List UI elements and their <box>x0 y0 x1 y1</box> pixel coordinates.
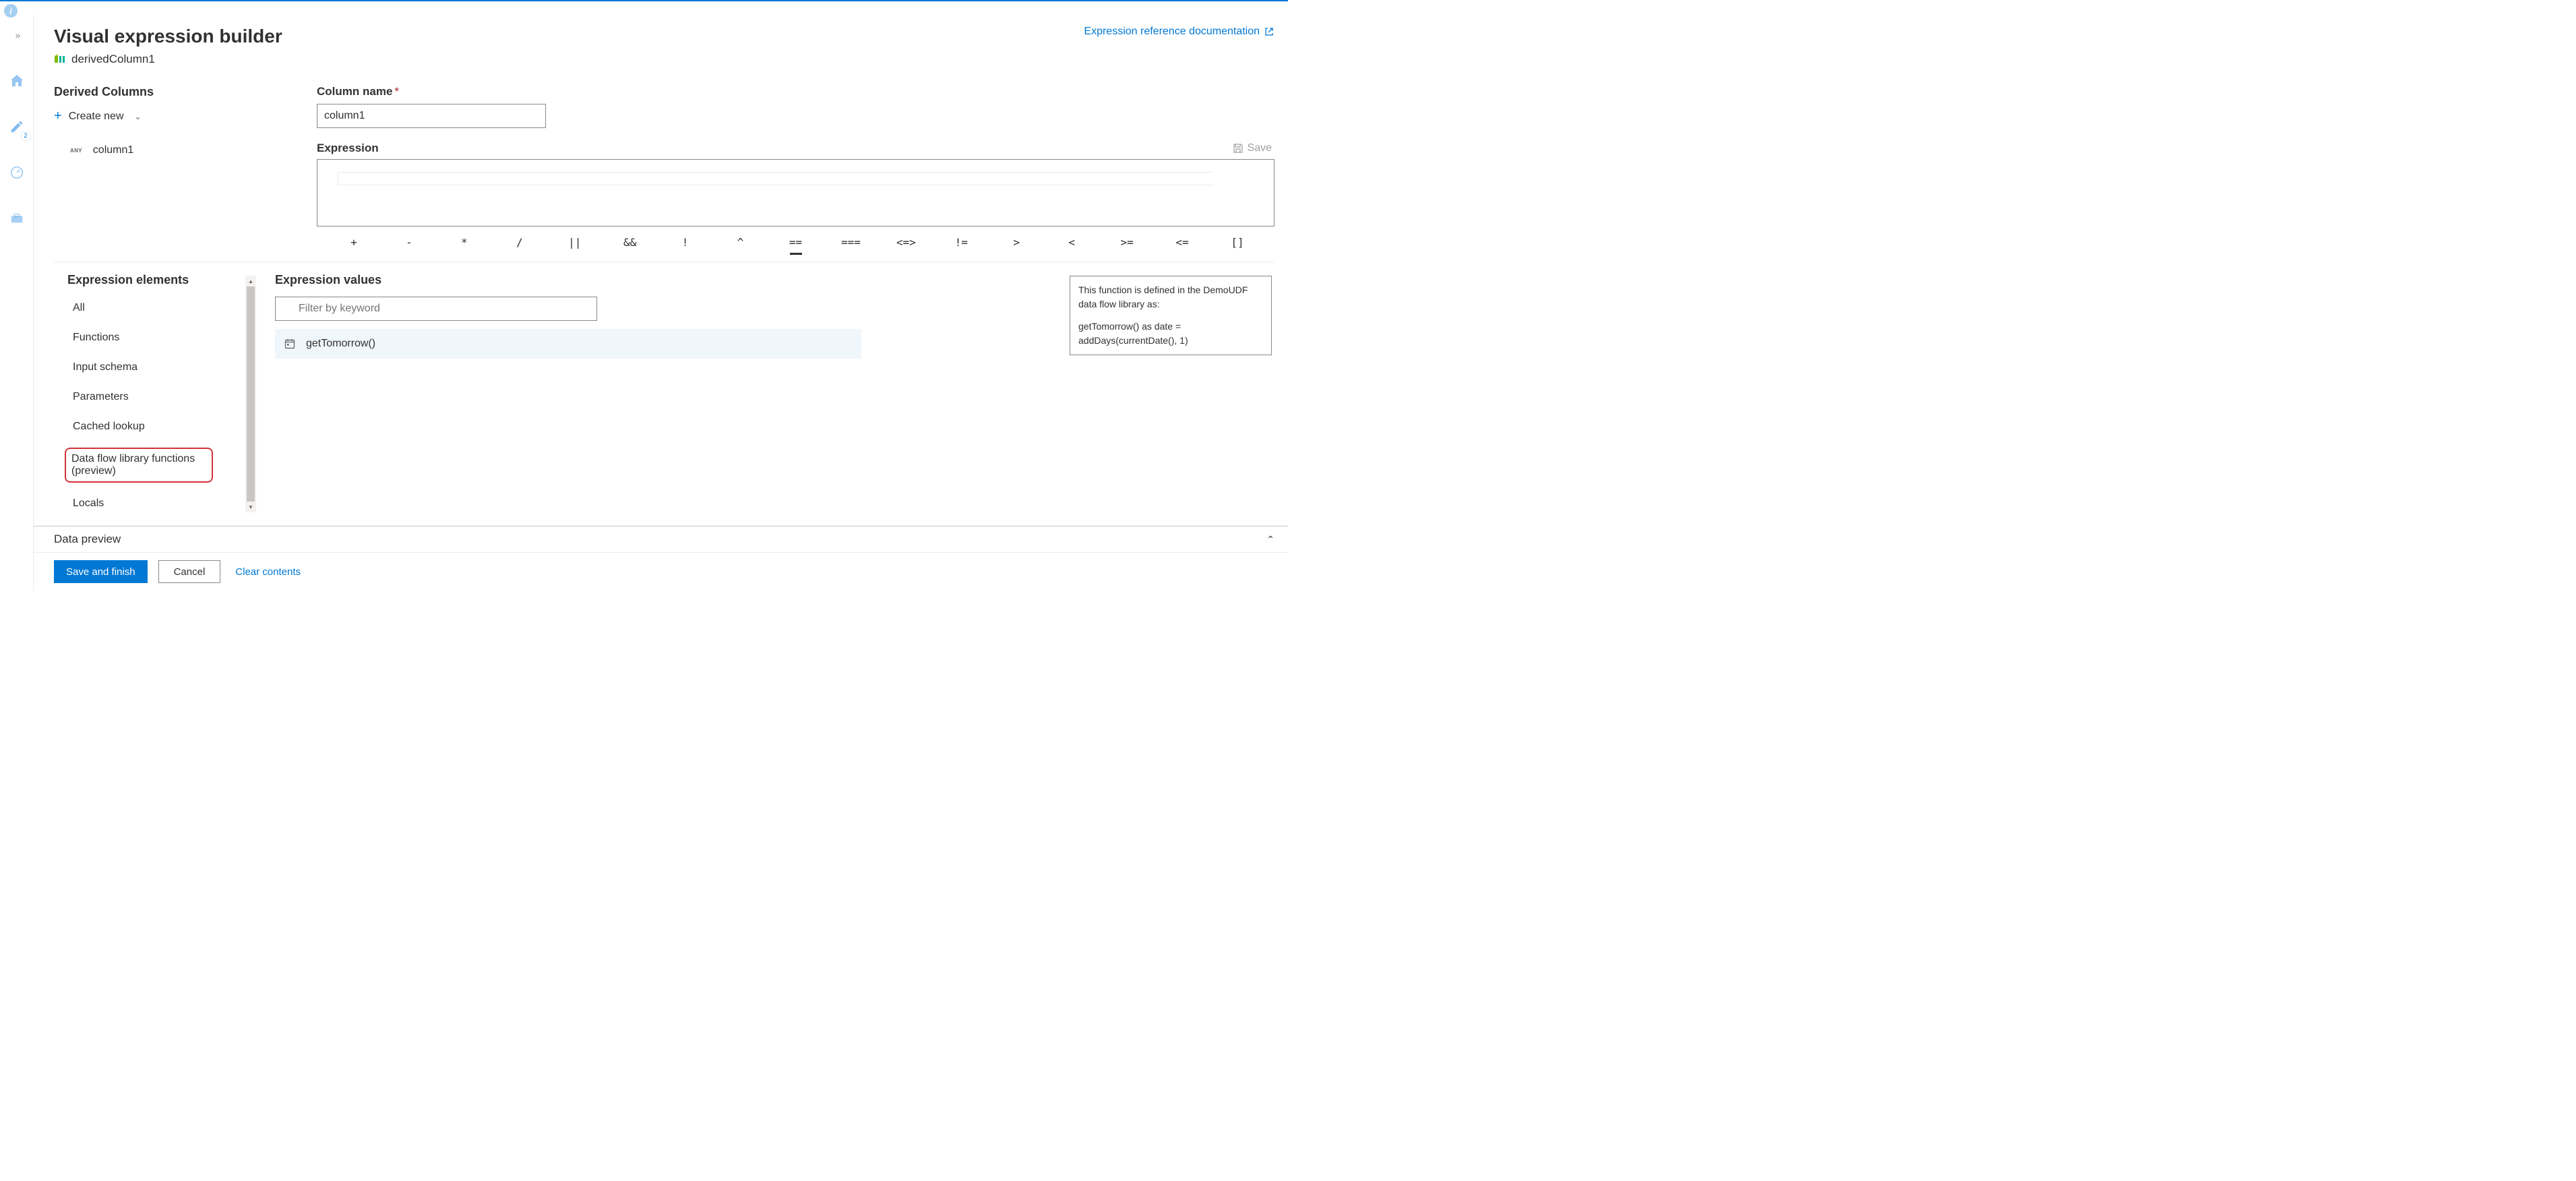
column-entry-name: column1 <box>93 144 133 156</box>
gauge-icon <box>9 165 24 180</box>
header-row: Visual expression builder Expression ref… <box>54 26 1275 47</box>
columns-row: Derived Columns + Create new ⌄ ANY colum… <box>54 85 1275 512</box>
operator-&&[interactable]: && <box>603 236 658 249</box>
create-new-button[interactable]: + Create new ⌄ <box>54 109 317 124</box>
toolbox-icon <box>9 211 24 226</box>
chevron-down-icon: ⌄ <box>135 112 142 121</box>
main-content: Visual expression builder Expression ref… <box>34 15 1288 590</box>
operator-/[interactable]: / <box>492 236 547 249</box>
save-expression-button: Save <box>1233 142 1272 154</box>
tooltip-line2: getTomorrow() as date = addDays(currentD… <box>1078 320 1263 348</box>
calendar-icon <box>284 338 297 350</box>
column-name-label-text: Column name <box>317 85 392 98</box>
operator-!=[interactable]: != <box>933 236 989 249</box>
expression-inner-line <box>338 172 1214 185</box>
chevron-up-icon[interactable]: ⌃ <box>1266 534 1275 545</box>
cancel-button[interactable]: Cancel <box>158 560 221 583</box>
function-tooltip: This function is defined in the DemoUDF … <box>1070 276 1272 355</box>
form-panel: Column name* Expression Save +-*/||&&!^=… <box>317 85 1275 512</box>
operator-==[interactable]: == <box>768 236 824 249</box>
top-accent-bar <box>0 0 1288 1</box>
expression-values-panel: Expression values getTomorrow() <box>256 262 1275 512</box>
operator-<=[interactable]: <= <box>1155 236 1210 249</box>
rail-manage-button[interactable] <box>5 206 29 231</box>
data-preview-title: Data preview <box>54 533 121 546</box>
operator-![interactable]: ! <box>658 236 713 249</box>
scroll-down-arrow[interactable]: ▾ <box>245 502 256 512</box>
clear-contents-link[interactable]: Clear contents <box>235 566 301 578</box>
operator-||[interactable]: || <box>547 236 603 249</box>
element-item-locals[interactable]: Locals <box>69 495 251 512</box>
create-new-label: Create new <box>69 111 124 123</box>
column-entry[interactable]: ANY column1 <box>70 144 317 156</box>
operator-row: +-*/||&&!^=====<=>!=><>=<=[] <box>317 236 1275 249</box>
page-title: Visual expression builder <box>54 26 282 47</box>
tooltip-line1: This function is defined in the DemoUDF … <box>1078 283 1263 311</box>
filter-input-wrap <box>275 297 597 321</box>
operator-<[interactable]: < <box>1044 236 1099 249</box>
element-item-data-flow-library-functions-preview-[interactable]: Data flow library functions (preview) <box>65 448 213 483</box>
save-and-finish-button[interactable]: Save and finish <box>54 560 148 583</box>
rail-edit-button[interactable]: 2 <box>5 115 29 139</box>
operator-<=>[interactable]: <=> <box>878 236 933 249</box>
reference-doc-label: Expression reference documentation <box>1084 26 1260 38</box>
home-icon <box>9 73 25 89</box>
expression-elements-panel: Expression elements All Functions Input sc… <box>54 262 256 512</box>
rail-monitor-button[interactable] <box>5 160 29 185</box>
data-preview-bar[interactable]: Data preview ⌃ <box>34 526 1288 553</box>
element-item-all[interactable]: All <box>69 299 251 317</box>
operator-===[interactable]: === <box>823 236 878 249</box>
expression-label-row: Expression Save <box>317 142 1275 155</box>
chevrons-right-icon: » <box>16 30 18 40</box>
save-label: Save <box>1248 142 1272 154</box>
column-name-label: Column name* <box>317 85 1275 98</box>
operator->=[interactable]: >= <box>1099 236 1155 249</box>
operator-+[interactable]: + <box>326 236 381 249</box>
expression-editor[interactable] <box>317 159 1275 226</box>
rail-badge-count: 2 <box>21 131 30 140</box>
expression-elements-title: Expression elements <box>67 273 251 287</box>
element-item-functions[interactable]: Functions <box>69 329 251 346</box>
element-item-parameters[interactable]: Parameters <box>69 388 251 406</box>
function-name: getTomorrow() <box>306 338 375 350</box>
column-name-input[interactable] <box>317 104 546 128</box>
operator-^[interactable]: ^ <box>713 236 768 249</box>
operator-[][interactable]: [] <box>1210 236 1265 249</box>
rail-expand-button[interactable]: » <box>5 23 29 47</box>
derived-columns-title: Derived Columns <box>54 85 317 99</box>
element-item-cached-lookup[interactable]: Cached lookup <box>69 418 251 435</box>
operator--[interactable]: - <box>381 236 437 249</box>
function-row[interactable]: getTomorrow() <box>275 329 861 359</box>
operator->[interactable]: > <box>989 236 1044 249</box>
transformation-name: derivedColumn1 <box>71 53 155 66</box>
resize-handle[interactable] <box>790 253 802 255</box>
derived-column-icon <box>54 53 66 65</box>
expression-elements-list: All Functions Input schema Parameters Cached… <box>67 299 251 512</box>
element-item-input-schema[interactable]: Input schema <box>69 359 251 376</box>
scroll-up-arrow[interactable]: ▴ <box>245 276 256 286</box>
operator-*[interactable]: * <box>437 236 492 249</box>
plus-icon: + <box>54 109 62 124</box>
column-type-tag: ANY <box>70 148 82 154</box>
filter-input[interactable] <box>275 297 597 321</box>
transformation-row: derivedColumn1 <box>54 53 1275 66</box>
scroll-thumb[interactable] <box>247 286 255 502</box>
required-star: * <box>394 85 399 98</box>
reference-doc-link[interactable]: Expression reference documentation <box>1084 26 1275 38</box>
rail-home-button[interactable] <box>5 69 29 93</box>
lower-split: Expression elements All Functions Input sc… <box>54 262 1275 512</box>
elements-scrollbar[interactable]: ▴ ▾ <box>245 276 256 512</box>
bottom-bar: Save and finish Cancel Clear contents <box>34 553 1288 590</box>
left-rail: » 2 <box>0 15 34 590</box>
save-icon <box>1233 143 1244 154</box>
external-link-icon <box>1264 26 1275 37</box>
expression-label: Expression <box>317 142 379 155</box>
